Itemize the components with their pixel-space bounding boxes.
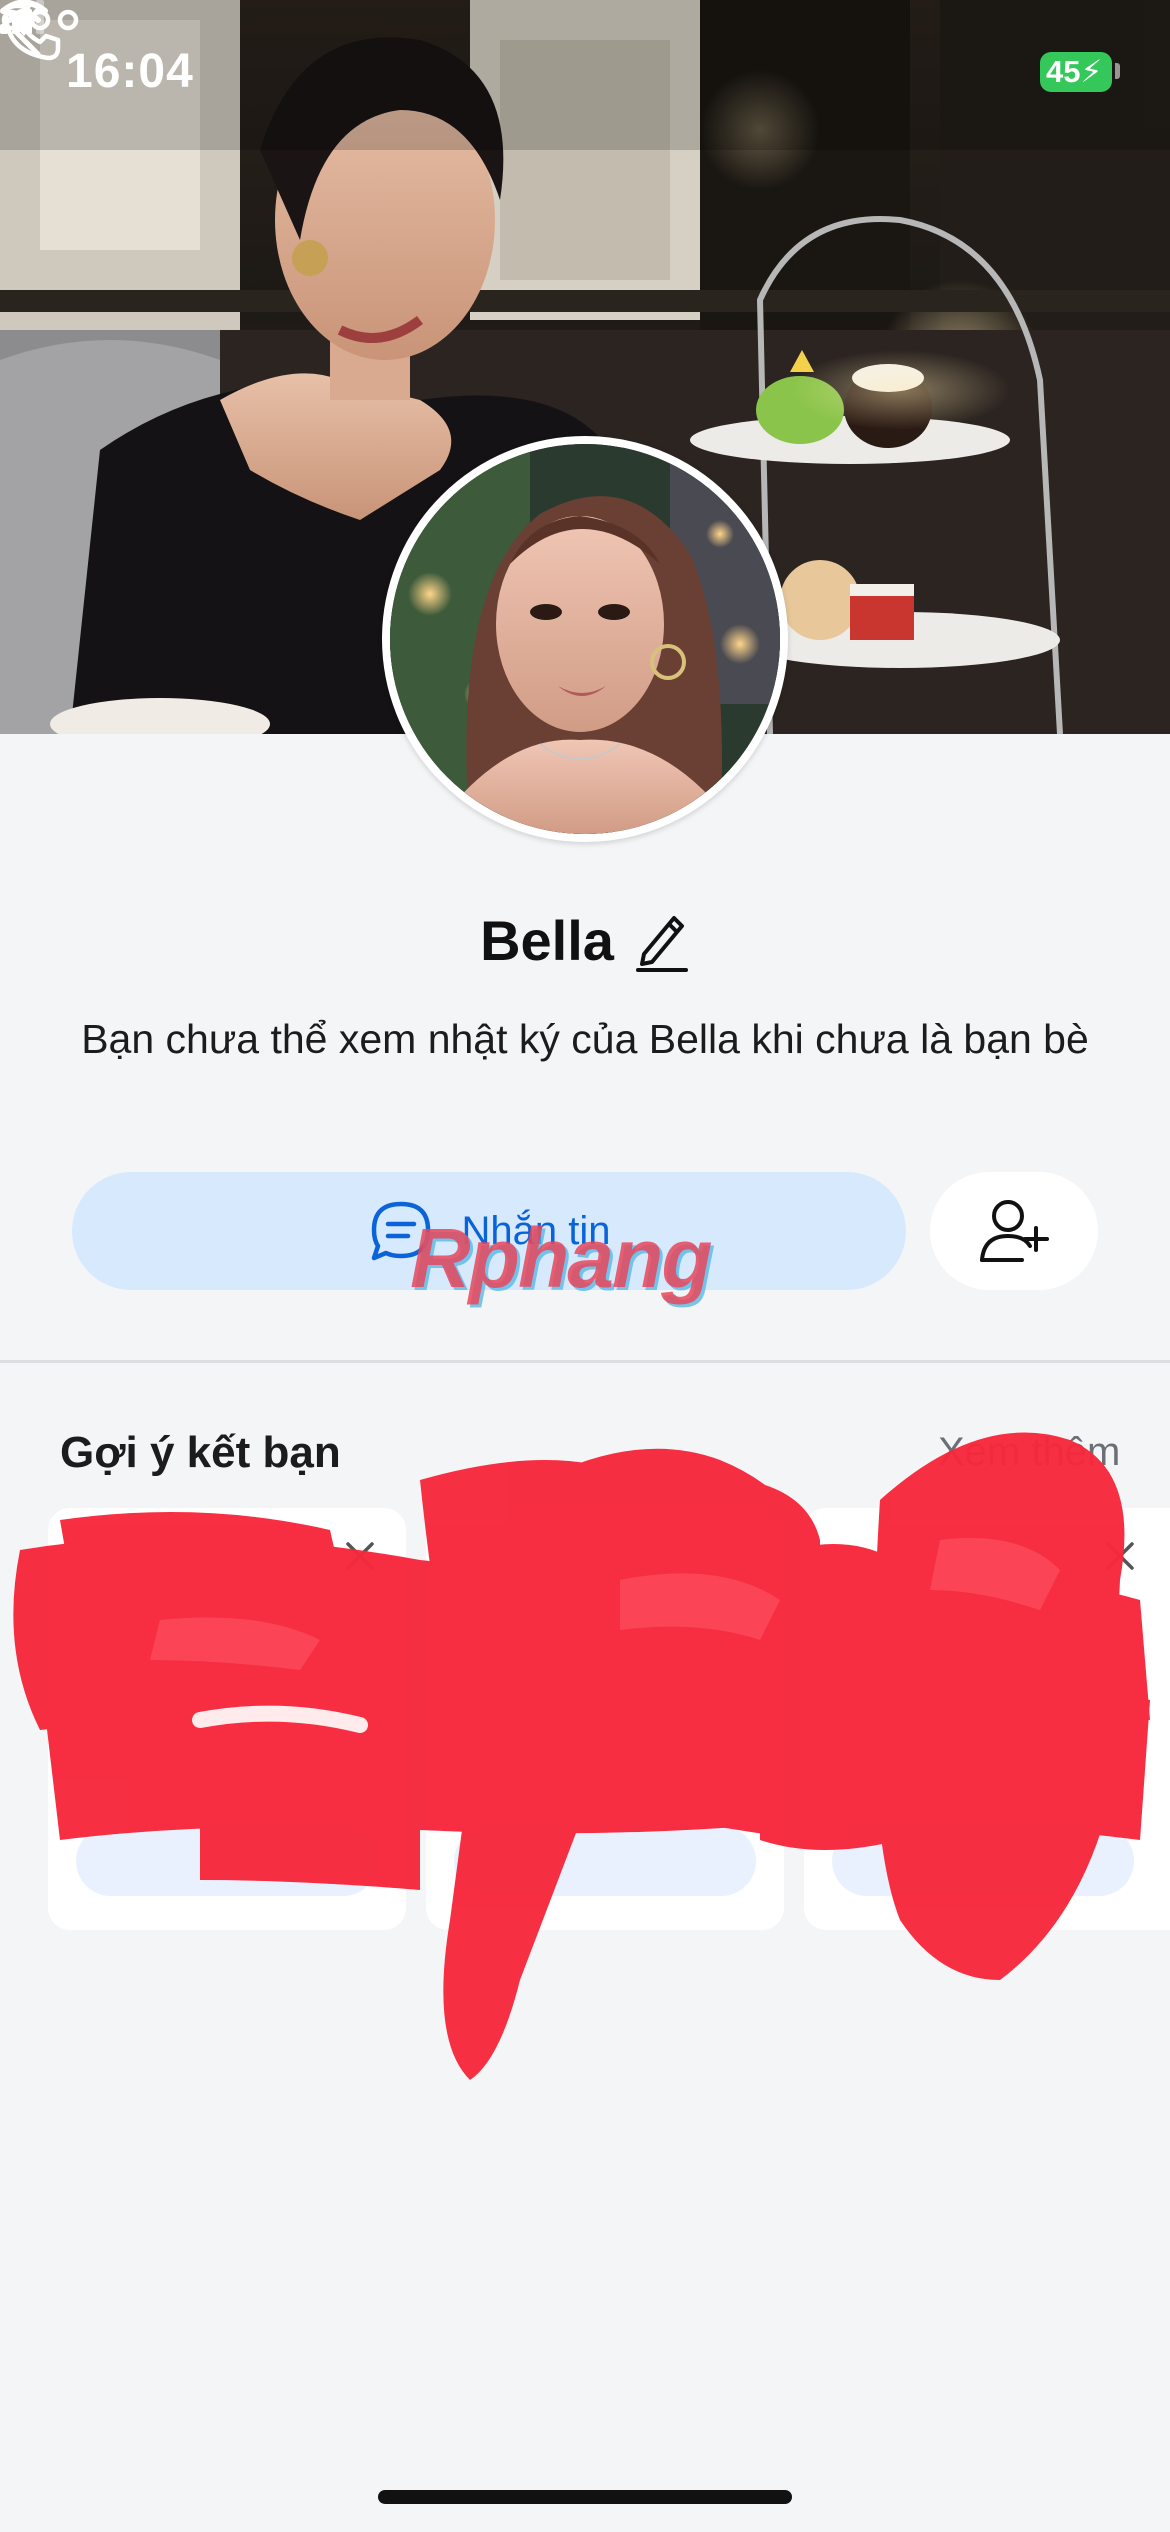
profile-name: Bella	[480, 908, 614, 972]
close-icon[interactable]	[340, 1536, 380, 1576]
suggestion-add-button[interactable]	[76, 1826, 378, 1896]
close-icon[interactable]	[1100, 1536, 1140, 1576]
suggestion-card[interactable]	[426, 1508, 784, 1930]
see-more-link[interactable]: Xem thêm	[938, 1430, 1120, 1475]
privacy-notice: Bạn chưa thể xem nhật ký của Bella khi c…	[81, 1016, 1089, 1062]
battery-indicator: 45⚡	[1040, 52, 1112, 92]
status-time: 16:04	[66, 45, 194, 98]
more-horizontal-icon	[1, 9, 79, 31]
suggestion-card[interactable]	[804, 1508, 1170, 1930]
battery-cap	[1115, 63, 1120, 79]
charging-bolt-icon: ⚡	[1080, 54, 1103, 89]
status-bar: 16:04 45⚡	[0, 0, 1170, 140]
suggestions-title: Gợi ý kết bạn	[60, 1428, 341, 1477]
edit-pencil-icon[interactable]	[634, 908, 690, 972]
add-user-icon	[980, 1200, 1049, 1262]
more-options-button[interactable]	[0, 0, 80, 40]
home-indicator[interactable]	[378, 2490, 792, 2504]
suggestion-card[interactable]	[48, 1508, 406, 1930]
profile-name-row: Bella	[0, 900, 1170, 980]
battery-level: 45	[1046, 54, 1081, 89]
watermark-logo: Rphang	[410, 1211, 713, 1305]
add-friend-button[interactable]	[930, 1172, 1098, 1290]
suggestion-add-button[interactable]	[832, 1826, 1134, 1896]
profile-avatar[interactable]	[382, 436, 788, 842]
section-divider	[0, 1360, 1170, 1363]
suggestion-add-button[interactable]	[454, 1826, 756, 1896]
